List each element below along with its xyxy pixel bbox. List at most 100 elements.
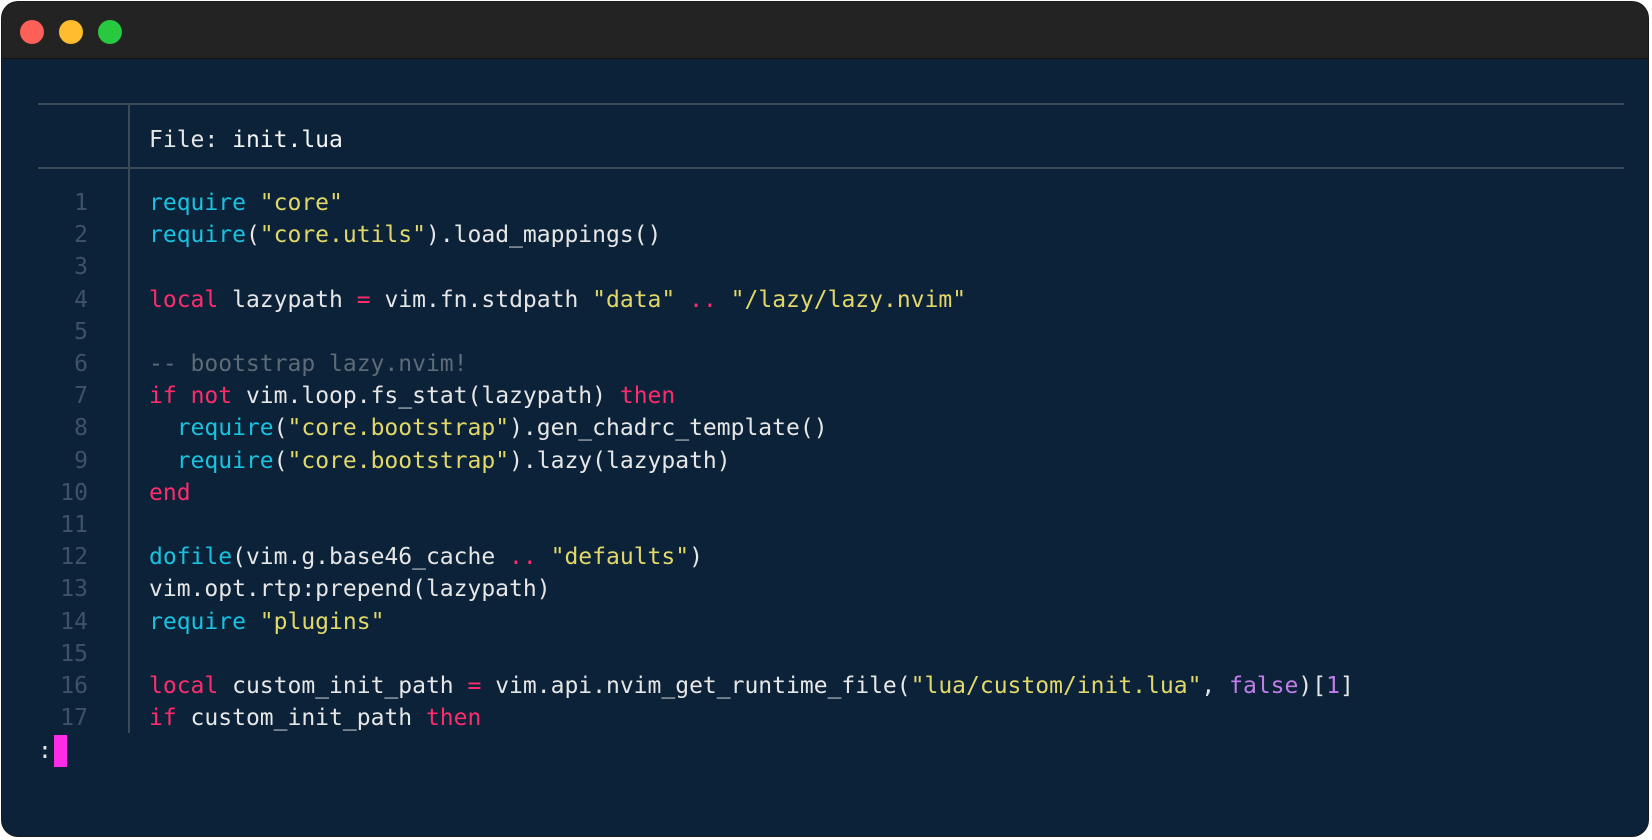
close-button[interactable]	[20, 20, 44, 44]
line-content: end	[149, 477, 191, 509]
line-content: require "core"	[149, 187, 343, 219]
code-line: 13 vim.opt.rtp:prepend(lazypath)	[2, 573, 1648, 605]
code-token: "lua/custom/init.lua"	[910, 673, 1202, 699]
code-token: (	[245, 222, 260, 249]
code-token: local	[149, 286, 219, 313]
line-number: 7	[74, 383, 88, 410]
code-line: 14 require "plugins"	[2, 606, 1648, 638]
line-number: 14	[60, 608, 88, 635]
code-token: =	[356, 286, 371, 313]
code-token: (	[273, 447, 288, 474]
code-token: local	[149, 673, 219, 699]
code-line: 10 end	[2, 477, 1648, 509]
code-token: "defaults"	[550, 544, 690, 571]
code-token: "core"	[259, 190, 343, 216]
code-token: -- bootstrap lazy.nvim!	[149, 351, 468, 377]
code-token: if	[149, 705, 177, 732]
line-number: 2	[74, 222, 88, 249]
text-cursor	[53, 735, 67, 767]
code-token: vim.opt.rtp:prepend(lazypath)	[149, 576, 551, 603]
minimize-button[interactable]	[59, 20, 83, 44]
code-token: ).load_mappings()	[425, 222, 662, 249]
code-token: 1	[1326, 673, 1340, 699]
code-token: )	[689, 544, 703, 571]
line-number: 15	[60, 640, 88, 667]
code-token: "core.bootstrap"	[287, 447, 510, 474]
line-number: 17	[60, 705, 88, 732]
code-line: 3	[2, 251, 1648, 283]
code-token: "data"	[592, 286, 676, 313]
line-number: 12	[60, 544, 88, 571]
line-content: local lazypath = vim.fn.stdpath "data" .…	[149, 284, 966, 316]
code-line: 9 require("core.bootstrap").lazy(lazypat…	[2, 445, 1648, 477]
code-token: require	[176, 415, 274, 442]
code-token: ..	[509, 544, 537, 571]
file-header-label: File:	[149, 127, 233, 153]
code-line: 8 require("core.bootstrap").gen_chadrc_t…	[2, 412, 1648, 444]
code-line: 15	[2, 638, 1648, 670]
code-token: then	[619, 383, 676, 410]
code-token: "core.utils"	[259, 222, 426, 249]
line-content: -- bootstrap lazy.nvim!	[149, 348, 468, 380]
line-number: 13	[60, 576, 88, 603]
line-content: dofile(vim.g.base46_cache .. "defaults")	[149, 541, 703, 573]
code-token: vim.api.nvim_get_runtime_file(	[481, 673, 911, 699]
line-number: 9	[74, 447, 88, 474]
code-token: custom_init_path	[176, 705, 426, 732]
code-token: end	[149, 479, 191, 506]
line-content: require("core.utils").load_mappings()	[149, 219, 661, 251]
terminal-window: File: init.lua 1 require "core" 2 require("…	[2, 2, 1648, 836]
code-line: 16 local custom_init_path = vim.api.nvim_…	[2, 670, 1648, 702]
terminal-pane[interactable]: File: init.lua 1 require "core" 2 require("…	[2, 59, 1648, 836]
code-token: not	[190, 383, 233, 410]
code-token: dofile	[149, 544, 233, 571]
code-line: 11	[2, 509, 1648, 541]
code-line: 17 if custom_init_path then	[2, 702, 1648, 734]
code-token: if	[149, 383, 177, 410]
code-token: ).lazy(lazypath)	[509, 447, 731, 474]
code-token: lazypath	[218, 286, 357, 313]
line-number: 3	[74, 254, 88, 281]
line-content: require("core.bootstrap").gen_chadrc_tem…	[149, 412, 828, 444]
header-top-rule	[38, 103, 1624, 105]
line-content: vim.opt.rtp:prepend(lazypath)	[149, 573, 551, 605]
code-token: vim.loop.fs_stat(lazypath)	[232, 383, 620, 410]
code-line: 2 require("core.utils").load_mappings()	[2, 219, 1648, 251]
code-token: (vim.g.base46_cache	[232, 544, 510, 571]
file-name: init.lua	[232, 127, 343, 153]
line-number: 5	[74, 318, 88, 345]
zoom-button[interactable]	[98, 20, 122, 44]
header-bottom-rule	[38, 167, 1624, 169]
code-line: 6 -- bootstrap lazy.nvim!	[2, 348, 1648, 380]
line-content: if custom_init_path then	[149, 702, 481, 734]
code-line: 7 if not vim.loop.fs_stat(lazypath) then	[2, 380, 1648, 412]
code-token: (	[273, 415, 288, 442]
code-line: 4 local lazypath = vim.fn.stdpath "data" …	[2, 284, 1648, 316]
line-number: 16	[60, 673, 88, 699]
code-token: false	[1229, 673, 1299, 699]
line-content: local custom_init_path = vim.api.nvim_ge…	[149, 670, 1354, 702]
code-token: custom_init_path	[218, 673, 468, 699]
code-token: require	[149, 190, 246, 216]
code-line: 1 require "core"	[2, 187, 1648, 219]
code-token: then	[425, 705, 482, 732]
code-token: ).gen_chadrc_template()	[509, 415, 828, 442]
code-line: 5	[2, 316, 1648, 348]
command-line[interactable]: :	[38, 735, 67, 767]
code-token: ,	[1201, 673, 1230, 699]
code-token: ]	[1339, 673, 1354, 699]
line-number: 8	[74, 415, 88, 442]
code-token: require	[149, 608, 246, 635]
line-content: require("core.bootstrap").lazy(lazypath)	[149, 445, 731, 477]
code-token: =	[467, 673, 482, 699]
line-number: 1	[74, 190, 88, 216]
code-token: "core.bootstrap"	[287, 415, 510, 442]
line-number: 6	[74, 351, 88, 377]
line-number: 4	[74, 286, 88, 313]
